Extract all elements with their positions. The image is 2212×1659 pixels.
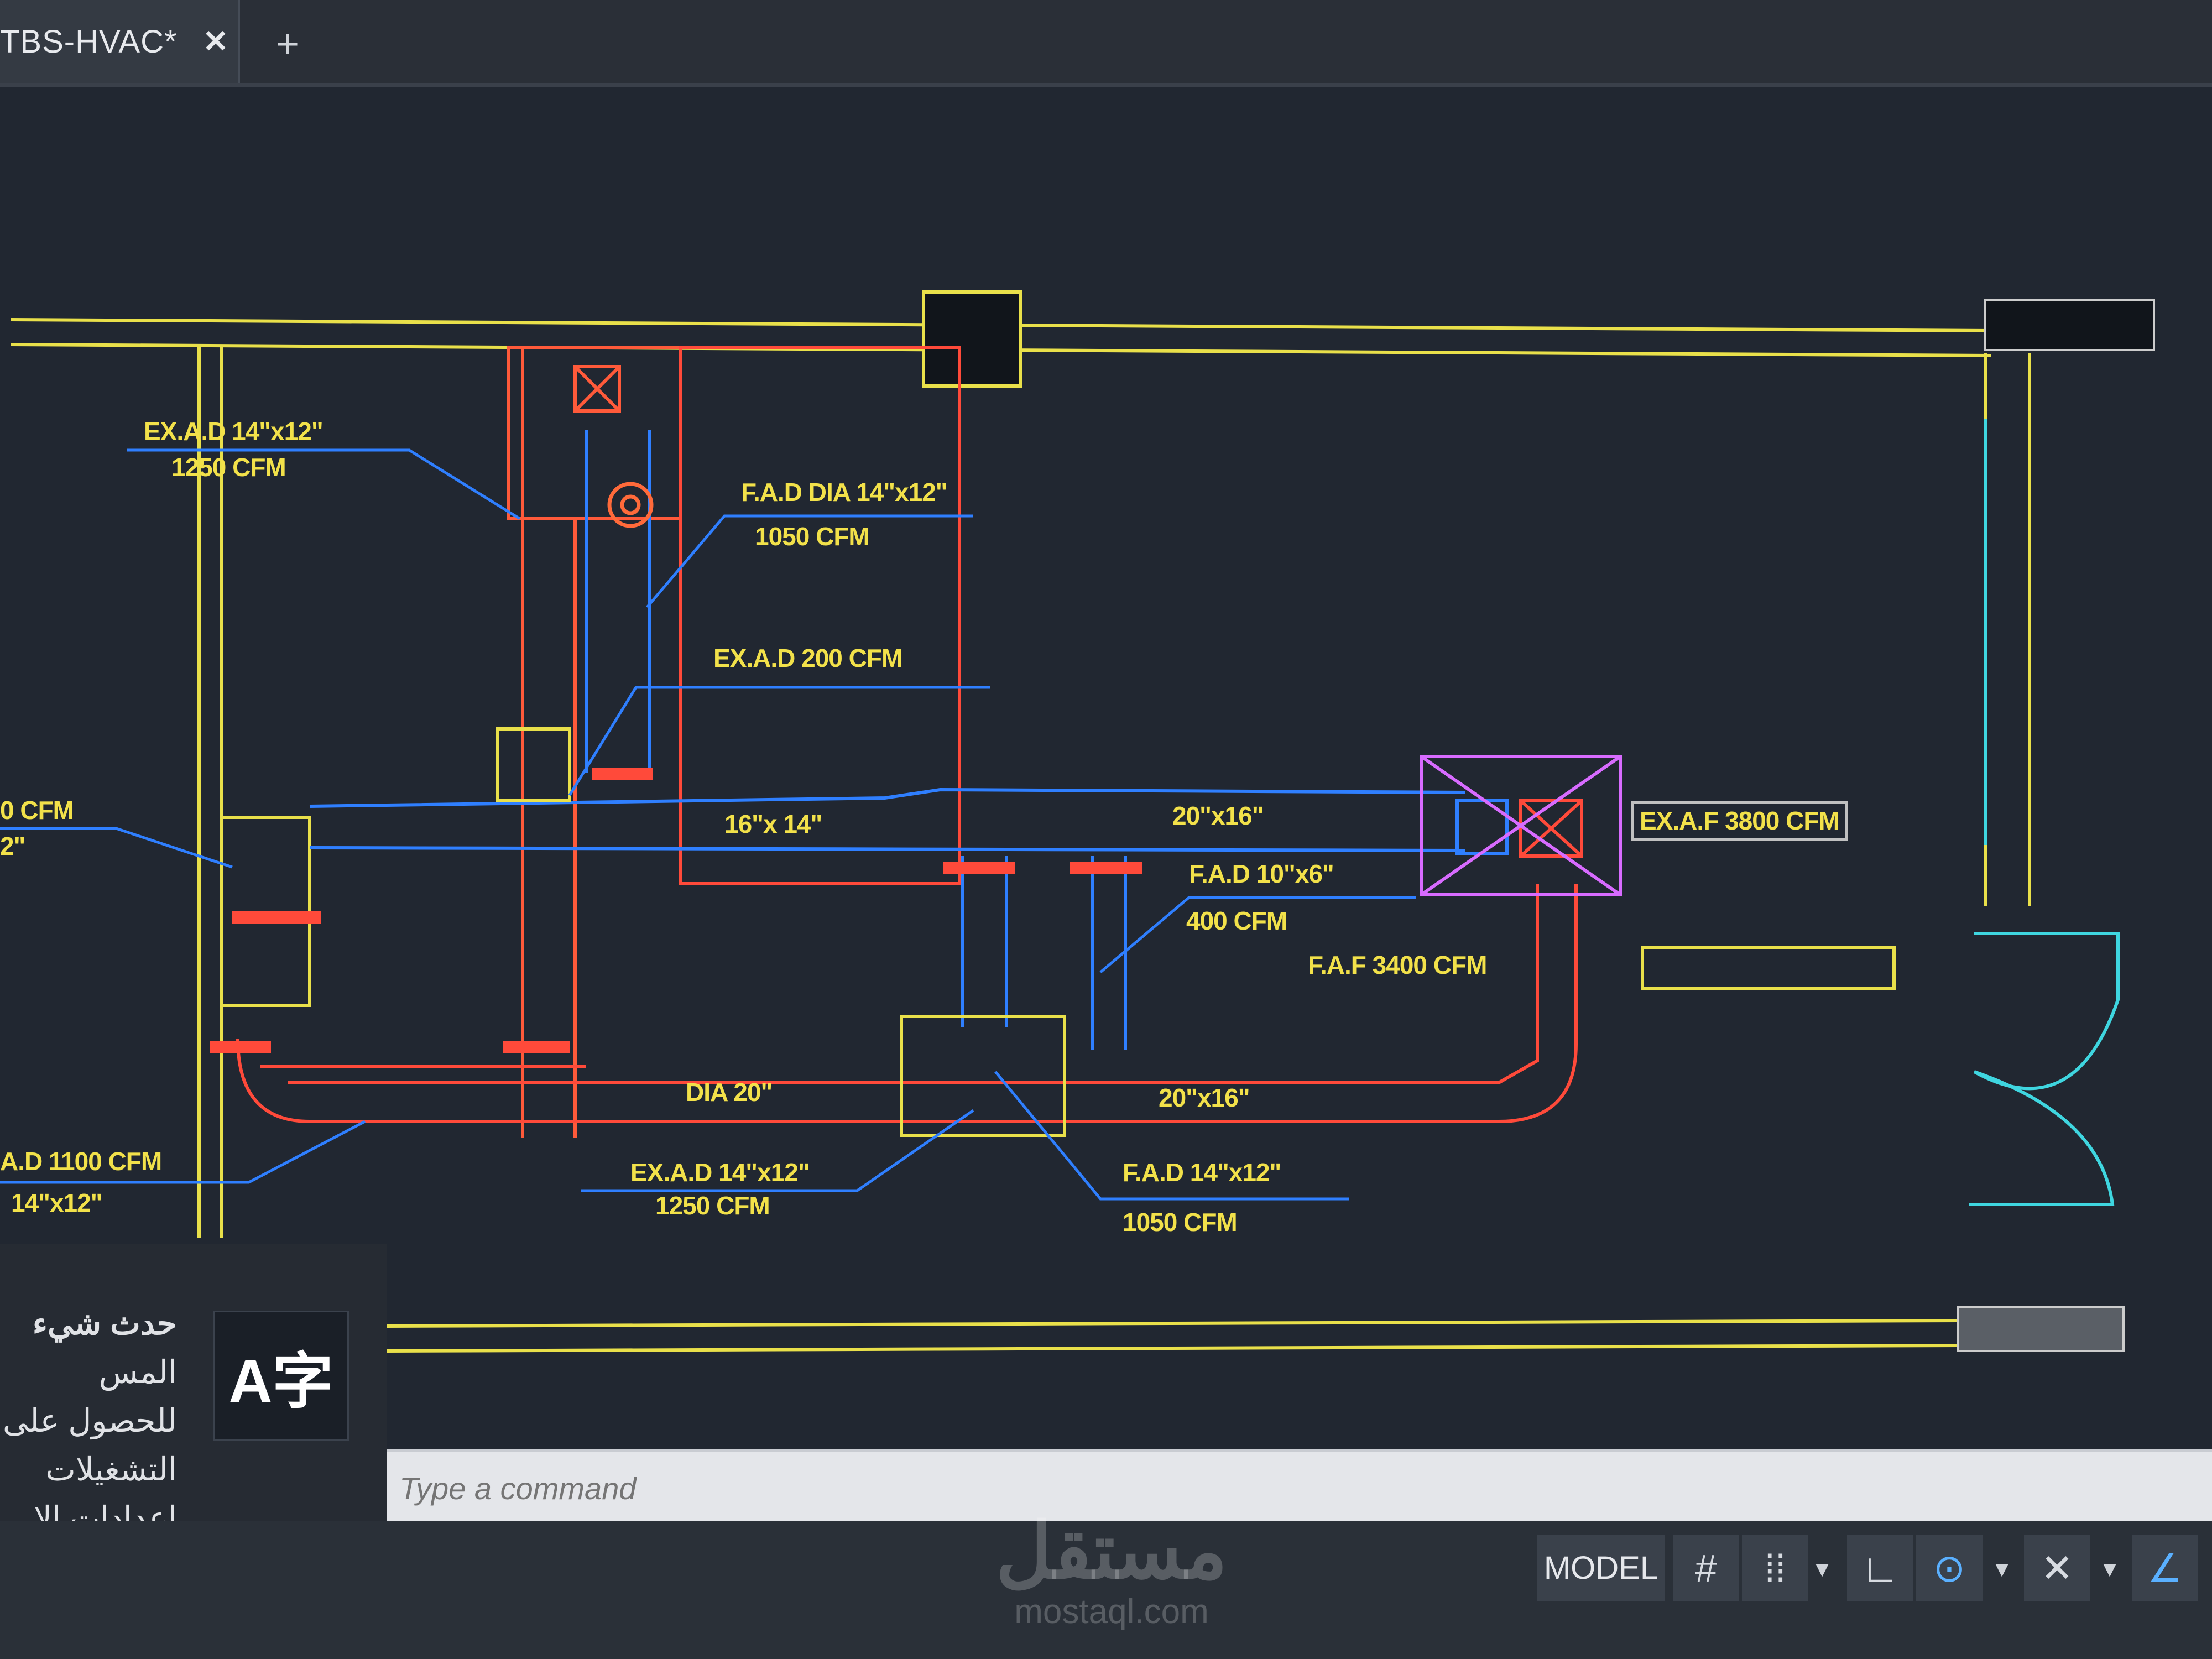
ortho-icon[interactable]: ∟ [1847,1535,1913,1601]
dampers [210,768,1142,1053]
annotation: 400 CFM [1186,906,1287,935]
annotation: 20"x16" [1172,801,1264,830]
chevron-down-icon[interactable]: ▾ [1983,1535,2021,1601]
annotation: 1250 CFM [171,453,286,482]
shaft [507,346,682,1138]
annotation-icon[interactable]: ∠ [2132,1535,2198,1601]
column [1957,1306,2125,1352]
polar-tracking-icon[interactable]: ⊙ [1916,1535,1983,1601]
notification-title: حدث شيء [32,1306,177,1342]
command-input[interactable] [398,1464,1949,1512]
annotation: A.D 1100 CFM [0,1147,162,1176]
tab-tbs-hvac[interactable]: TBS-HVAC* ✕ [0,0,240,83]
annotation: 2" [0,832,25,860]
exhaust-fan [1420,755,1622,896]
column [922,290,1022,388]
annotation: 1050 CFM [755,522,870,551]
annotation: F.A.D 14"x12" [1123,1158,1281,1187]
column [1984,299,2155,351]
annotation: 1050 CFM [1123,1208,1238,1237]
notification-line: المس للحصول على [3,1354,177,1439]
grid-icon[interactable]: # [1673,1535,1739,1601]
notification-line: التشغيلات [45,1452,177,1488]
annotation: DIA 20" [686,1078,773,1107]
close-icon[interactable]: ✕ [203,23,229,60]
door [1969,419,2120,1206]
command-line [387,1449,2212,1524]
new-tab-button[interactable]: + [260,17,315,72]
annotation: F.A.D 10"x6" [1189,859,1334,888]
notification-toast[interactable]: حدث شيء المس للحصول على التشغيلات إعدادا… [0,1244,387,1536]
annotation: 14"x12" [11,1188,103,1217]
annotation: EX.A.D 200 CFM [713,644,902,672]
tab-label: TBS-HVAC* [0,23,178,60]
annotation: F.A.F 3400 CFM [1308,951,1487,979]
annotation: 16"x 14" [724,810,822,838]
notification-text: حدث شيء المس للحصول على التشغيلات إعدادا… [0,1300,177,1543]
annotation: EX.A.D 14"x12" [144,417,324,446]
translate-icon: A字 [213,1311,349,1441]
watermark-arabic: مستقل [995,1507,1228,1594]
chevron-down-icon[interactable]: ▾ [2090,1535,2129,1601]
return-duct [236,346,1583,1123]
object-snap-icon[interactable]: ✕ [2024,1535,2090,1601]
watermark: مستقل mostaql.com [968,1510,1255,1631]
model-space-button[interactable]: MODEL [1537,1535,1665,1601]
annotation: EX.A.F 3800 CFM [1631,801,1848,841]
annotation: 1250 CFM [655,1191,770,1220]
watermark-url: mostaql.com [1014,1593,1209,1631]
document-tab-bar: TBS-HVAC* ✕ + [0,0,2212,87]
chevron-down-icon[interactable]: ▾ [1803,1535,1841,1601]
annotation: 0 CFM [0,796,74,825]
annotation: EX.A.D 14"x12" [630,1158,810,1187]
annotation: 20"x16" [1159,1083,1250,1112]
annotation: F.A.D DIA 14"x12" [741,478,948,507]
snap-icon[interactable]: ⁞⁞ [1742,1535,1808,1601]
diffuser [620,494,641,515]
